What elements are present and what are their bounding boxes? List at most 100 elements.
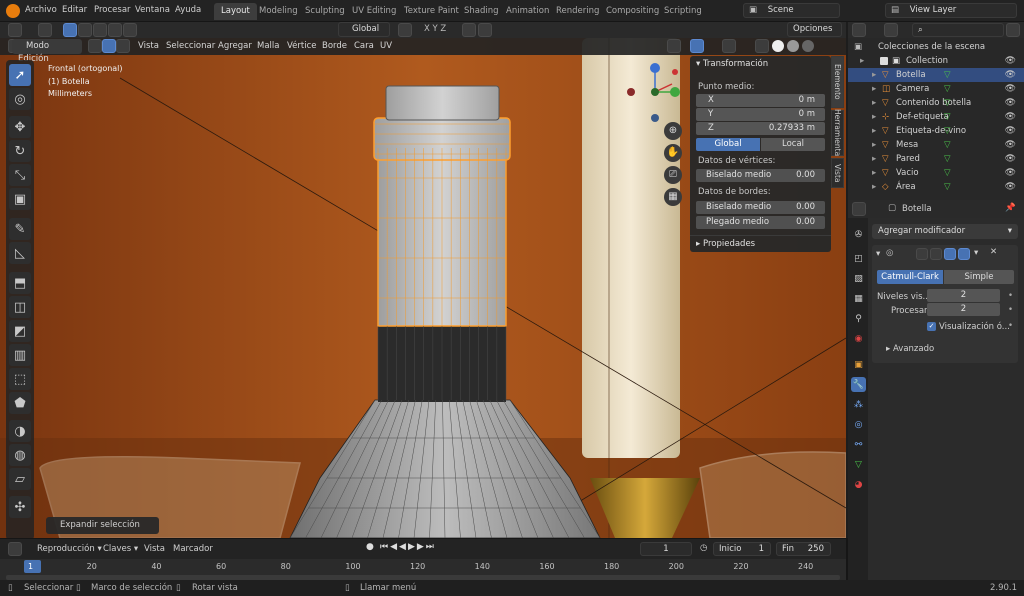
rendered-shading-icon[interactable] — [802, 40, 814, 52]
visibility-eye-icon[interactable]: 👁 — [1005, 68, 1016, 82]
record-icon[interactable]: ● — [366, 542, 374, 552]
menu-editar[interactable]: Editar — [62, 5, 87, 15]
add-modifier-dropdown[interactable]: Agregar modificador ▾ — [872, 224, 1018, 239]
outliner-item-vacio[interactable]: ▸ ▽ Vacio ▽ 👁 — [848, 166, 1024, 180]
tab-scripting[interactable]: Scripting — [657, 3, 709, 20]
catmull-clark-toggle[interactable]: Catmull-Clark — [877, 270, 943, 284]
global-toggle[interactable]: Global — [696, 138, 760, 151]
data-tab-icon[interactable]: ▽ — [851, 457, 866, 472]
blender-logo-icon[interactable] — [6, 4, 20, 18]
levels-field[interactable]: 2 — [927, 289, 1000, 302]
menu-vista[interactable]: Vista — [134, 38, 163, 54]
menu-cara[interactable]: Cara — [350, 38, 378, 54]
timeline-view-menu[interactable]: Vista — [144, 544, 165, 554]
view-layer-selector[interactable]: ▤ View Layer — [885, 3, 1017, 18]
tab-modeling[interactable]: Modeling — [252, 3, 305, 20]
properties-panel-header[interactable]: ▸ Propiedades — [690, 235, 831, 251]
select-box-tool-icon[interactable]: ➚ — [9, 64, 31, 86]
visibility-eye-icon[interactable]: 👁 — [1005, 138, 1016, 152]
median-x-field[interactable]: X 0 m — [696, 94, 825, 107]
menu-ventana[interactable]: Ventana — [135, 5, 170, 15]
last-operator-panel[interactable]: Expandir selección — [46, 517, 159, 534]
object-tab-icon[interactable]: ▣ — [851, 357, 866, 372]
menu-borde[interactable]: Borde — [318, 38, 351, 54]
material-tab-icon[interactable]: ◕ — [851, 477, 866, 492]
tab-texture-paint[interactable]: Texture Paint — [397, 3, 466, 20]
remove-modifier-icon[interactable]: ✕ — [990, 247, 997, 257]
menu-procesar[interactable]: Procesar — [94, 5, 131, 15]
start-frame-field[interactable]: Inicio 1 — [713, 542, 771, 556]
cursor-tool-icon[interactable]: ◎ — [9, 88, 31, 110]
shear-tool-icon[interactable]: ▱ — [9, 468, 31, 490]
constraints-tab-icon[interactable]: ⚯ — [851, 437, 866, 452]
grid-toggle-icon[interactable]: ▦ — [664, 188, 682, 206]
modifier-menu-icon[interactable]: ▾ — [974, 248, 978, 258]
modifier-collapse-icon[interactable]: ▾ — [876, 249, 880, 259]
tab-elemento[interactable]: Elemento — [831, 56, 844, 108]
camera-view-icon[interactable]: ⎚ — [664, 166, 682, 184]
menu-ayuda[interactable]: Ayuda — [175, 5, 201, 15]
visibility-eye-icon[interactable]: 👁 — [1005, 152, 1016, 166]
edit-cage-icon[interactable] — [916, 248, 928, 260]
simple-toggle[interactable]: Simple — [944, 270, 1014, 284]
extrude-tool-icon[interactable]: ⬒ — [9, 272, 31, 294]
local-toggle[interactable]: Local — [761, 138, 825, 151]
visibility-eye-icon[interactable]: 👁 — [1005, 110, 1016, 124]
visibility-eye-icon[interactable]: 👁 — [1005, 96, 1016, 110]
tab-animation[interactable]: Animation — [499, 3, 556, 20]
tool-tab-icon[interactable]: ✇ — [851, 227, 866, 242]
overlay-icon[interactable] — [722, 39, 736, 53]
clock-icon[interactable]: ◷ — [700, 543, 707, 553]
menu-seleccionar[interactable]: Seleccionar — [162, 38, 219, 54]
outliner-item-etiqueta-de-vino[interactable]: ▸ ▽ Etiqueta-de-vino ▽ 👁 — [848, 124, 1024, 138]
advanced-subpanel[interactable]: ▸ Avanzado — [886, 344, 934, 354]
zoom-icon[interactable]: ⊕ — [664, 122, 682, 140]
pivot-icon[interactable] — [398, 23, 412, 37]
physics-tab-icon[interactable]: ◎ — [851, 417, 866, 432]
outliner-item-botella[interactable]: ▸ ▽ Botella ▽ 👁 — [848, 68, 1024, 82]
keying-menu[interactable]: Claves ▾ — [103, 544, 138, 554]
view-layer-tab-icon[interactable]: ▦ — [851, 291, 866, 306]
menu-uv[interactable]: UV — [376, 38, 396, 54]
menu-malla[interactable]: Malla — [253, 38, 283, 54]
timeline-editor-icon[interactable] — [8, 542, 22, 556]
rotate-tool-icon[interactable]: ↻ — [9, 140, 31, 162]
tab-sculpting[interactable]: Sculpting — [298, 3, 352, 20]
modifier-tab-icon[interactable]: 🔧 — [851, 377, 866, 392]
menu-agregar[interactable]: Agregar — [214, 38, 256, 54]
outliner-item-contenido-botella[interactable]: ▸ ▽ Contenido botella ▽ 👁 — [848, 96, 1024, 110]
expand-arrow-icon[interactable]: ▸ — [872, 110, 876, 124]
knife-tool-icon[interactable]: ⬚ — [9, 368, 31, 390]
outliner-item-def-etiqueta[interactable]: ▸ ⊹ Def-etiqueta ▽ 👁 — [848, 110, 1024, 124]
smooth-tool-icon[interactable]: ◍ — [9, 444, 31, 466]
gizmo-icon[interactable] — [690, 39, 704, 53]
collection-checkbox[interactable] — [880, 57, 888, 65]
shrink-tool-icon[interactable]: ✣ — [9, 496, 31, 518]
visibility-eye-icon[interactable]: 👁 — [1005, 54, 1016, 68]
visibility-icon[interactable] — [667, 39, 681, 53]
crease-field[interactable]: Plegado medio 0.00 — [696, 216, 825, 229]
select-tool-icon[interactable] — [38, 23, 52, 37]
scale-tool-icon[interactable]: ⤡ — [9, 164, 31, 186]
navigation-gizmo[interactable] — [620, 60, 690, 132]
spin-tool-icon[interactable]: ◑ — [9, 420, 31, 442]
tab-vista[interactable]: Vista — [831, 158, 844, 188]
move-tool-icon[interactable]: ✥ — [9, 116, 31, 138]
edge-select-icon[interactable] — [102, 39, 116, 53]
expand-arrow-icon[interactable]: ▸ — [872, 180, 876, 194]
outliner-scene-collection[interactable]: ▣ Colecciones de la escena — [848, 40, 1024, 54]
visibility-eye-icon[interactable]: 👁 — [1005, 124, 1016, 138]
properties-editor-icon[interactable] — [852, 202, 866, 216]
orientation-dropdown[interactable]: Global — [338, 22, 390, 37]
render-levels-field[interactable]: 2 — [927, 303, 1000, 316]
vertex-bevel-field[interactable]: Biselado medio 0.00 — [696, 169, 825, 182]
mode-dropdown[interactable]: Modo Edición — [12, 39, 82, 64]
visibility-eye-icon[interactable]: 👁 — [1005, 82, 1016, 96]
scene-selector[interactable]: ▣ Scene — [743, 3, 840, 18]
outliner-item-collection[interactable]: ▸ ▣ Collection 👁 — [848, 54, 1024, 68]
select-new-icon[interactable] — [63, 23, 77, 37]
select-invert-icon[interactable] — [108, 23, 122, 37]
xray-icon[interactable] — [755, 39, 769, 53]
select-extend-icon[interactable] — [78, 23, 92, 37]
end-frame-field[interactable]: Fin 250 — [776, 542, 831, 556]
